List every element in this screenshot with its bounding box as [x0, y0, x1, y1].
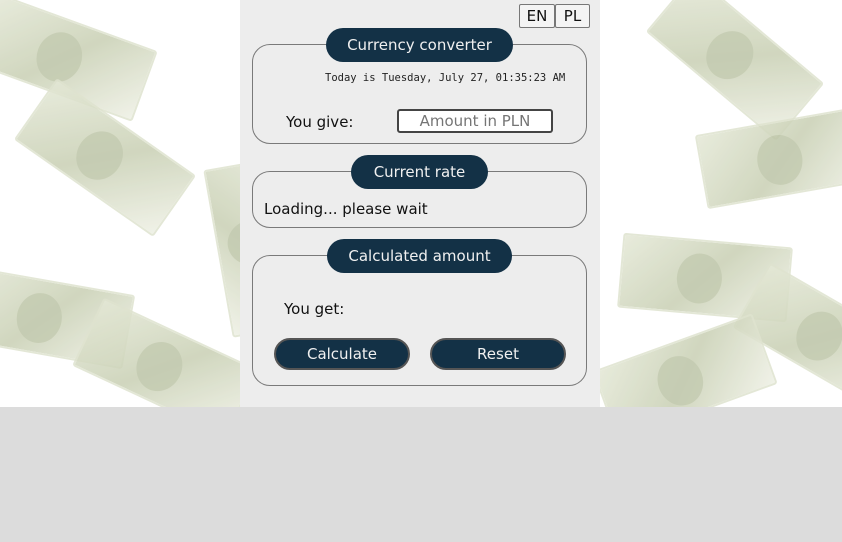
calculated-title: Calculated amount — [327, 239, 512, 273]
rate-title: Current rate — [351, 155, 488, 189]
lang-en-button[interactable]: EN — [519, 4, 555, 28]
you-give-label: You give: — [286, 113, 354, 131]
amount-input[interactable] — [397, 109, 553, 133]
current-date: Today is Tuesday, July 27, 01:35:23 AM — [325, 72, 566, 84]
rate-status: Loading... please wait — [264, 200, 428, 218]
calculated-section: You get: Calculate Reset — [252, 255, 587, 386]
converter-panel: EN PL Today is Tuesday, July 27, 01:35:2… — [240, 0, 600, 407]
lang-pl-button[interactable]: PL — [555, 4, 590, 28]
reset-button[interactable]: Reset — [430, 338, 566, 370]
calculate-button[interactable]: Calculate — [274, 338, 410, 370]
converter-title: Currency converter — [326, 28, 513, 62]
you-get-label: You get: — [284, 300, 345, 318]
